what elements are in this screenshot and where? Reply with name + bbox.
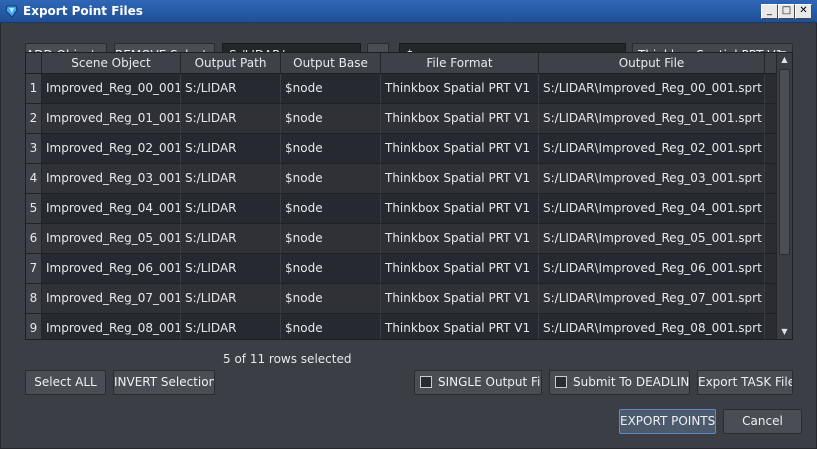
column-header-output-base[interactable]: Output Base: [281, 53, 381, 73]
objects-table: Scene Object Output Path Output Base Fil…: [25, 52, 793, 340]
scene-object-cell[interactable]: Improved_Reg_04_001: [42, 194, 181, 223]
table-row[interactable]: 7 Improved_Reg_06_001 S:/LIDAR $node Thinkbo…: [26, 254, 778, 284]
row-number-header: [26, 53, 42, 73]
file-format-cell[interactable]: Thinkbox Spatial PRT V1: [381, 224, 539, 253]
deadline-label: Submit To DEADLINE: [573, 375, 690, 389]
table-row[interactable]: 3 Improved_Reg_02_001 S:/LIDAR $node Thinkbo…: [26, 134, 778, 164]
output-path-cell[interactable]: S:/LIDAR: [181, 254, 281, 283]
output-path-cell[interactable]: S:/LIDAR: [181, 284, 281, 313]
scene-object-cell[interactable]: Improved_Reg_06_001: [42, 254, 181, 283]
scene-object-cell[interactable]: Improved_Reg_01_001: [42, 104, 181, 133]
window-title: Export Point Files: [23, 4, 143, 18]
scene-object-cell[interactable]: Improved_Reg_05_001: [42, 224, 181, 253]
title-bar: Export Point Files _ □ ✕: [0, 0, 817, 23]
output-path-cell[interactable]: S:/LIDAR: [181, 104, 281, 133]
scene-object-cell[interactable]: Improved_Reg_07_001: [42, 284, 181, 313]
close-button[interactable]: ✕: [795, 4, 812, 19]
scene-object-cell[interactable]: Improved_Reg_02_001: [42, 134, 181, 163]
row-number[interactable]: 1: [26, 74, 42, 103]
file-format-cell[interactable]: Thinkbox Spatial PRT V1: [381, 314, 539, 339]
column-header-file-format[interactable]: File Format: [381, 53, 539, 73]
table-row[interactable]: 2 Improved_Reg_01_001 S:/LIDAR $node Thinkbo…: [26, 104, 778, 134]
output-file-cell[interactable]: S:/LIDAR\Improved_Reg_03_001.sprt: [539, 164, 765, 193]
row-number[interactable]: 5: [26, 194, 42, 223]
table-row[interactable]: 4 Improved_Reg_03_001 S:/LIDAR $node Thinkbo…: [26, 164, 778, 194]
output-base-cell[interactable]: $node: [281, 164, 381, 193]
output-base-cell[interactable]: $node: [281, 224, 381, 253]
table-row[interactable]: 5 Improved_Reg_04_001 S:/LIDAR $node Thinkbo…: [26, 194, 778, 224]
output-base-cell[interactable]: $node: [281, 284, 381, 313]
file-format-cell[interactable]: Thinkbox Spatial PRT V1: [381, 74, 539, 103]
output-path-cell[interactable]: S:/LIDAR: [181, 134, 281, 163]
row-number[interactable]: 9: [26, 314, 42, 339]
column-header-scene-object[interactable]: Scene Object: [42, 53, 181, 73]
select-all-button[interactable]: Select ALL: [25, 370, 106, 395]
row-number[interactable]: 7: [26, 254, 42, 283]
output-file-cell[interactable]: S:/LIDAR\Improved_Reg_04_001.sprt: [539, 194, 765, 223]
row-number[interactable]: 3: [26, 134, 42, 163]
output-file-cell[interactable]: S:/LIDAR\Improved_Reg_00_001.sprt: [539, 74, 765, 103]
maximize-button[interactable]: □: [778, 4, 795, 19]
invert-selection-button[interactable]: INVERT Selection: [113, 370, 215, 395]
output-base-cell[interactable]: $node: [281, 314, 381, 339]
table-row[interactable]: 6 Improved_Reg_05_001 S:/LIDAR $node Thinkbo…: [26, 224, 778, 254]
scene-object-cell[interactable]: Improved_Reg_00_001: [42, 74, 181, 103]
cancel-button[interactable]: Cancel: [723, 409, 802, 434]
table-row[interactable]: 9 Improved_Reg_08_001 S:/LIDAR $node Thinkbo…: [26, 314, 778, 339]
scroll-down-icon[interactable]: ▼: [777, 325, 792, 339]
output-file-cell[interactable]: S:/LIDAR\Improved_Reg_08_001.sprt: [539, 314, 765, 339]
table-row[interactable]: 8 Improved_Reg_07_001 S:/LIDAR $node Thinkbo…: [26, 284, 778, 314]
single-output-label: SINGLE Output File: [438, 375, 542, 389]
output-path-cell[interactable]: S:/LIDAR: [181, 74, 281, 103]
output-path-cell[interactable]: S:/LIDAR: [181, 194, 281, 223]
output-path-cell[interactable]: S:/LIDAR: [181, 314, 281, 339]
file-format-cell[interactable]: Thinkbox Spatial PRT V1: [381, 284, 539, 313]
scroll-up-icon[interactable]: ▲: [777, 53, 792, 67]
output-file-cell[interactable]: S:/LIDAR\Improved_Reg_05_001.sprt: [539, 224, 765, 253]
file-format-cell[interactable]: Thinkbox Spatial PRT V1: [381, 254, 539, 283]
output-file-cell[interactable]: S:/LIDAR\Improved_Reg_06_001.sprt: [539, 254, 765, 283]
output-file-cell[interactable]: S:/LIDAR\Improved_Reg_07_001.sprt: [539, 284, 765, 313]
deadline-toggle[interactable]: Submit To DEADLINE: [549, 370, 690, 395]
row-number[interactable]: 2: [26, 104, 42, 133]
column-header-output-file[interactable]: Output File: [539, 53, 765, 73]
file-format-cell[interactable]: Thinkbox Spatial PRT V1: [381, 134, 539, 163]
output-base-cell[interactable]: $node: [281, 194, 381, 223]
app-icon: [5, 5, 18, 18]
deadline-checkbox[interactable]: [555, 376, 567, 388]
output-path-cell[interactable]: S:/LIDAR: [181, 164, 281, 193]
minimize-button[interactable]: _: [761, 4, 778, 19]
output-file-cell[interactable]: S:/LIDAR\Improved_Reg_02_001.sprt: [539, 134, 765, 163]
row-number[interactable]: 8: [26, 284, 42, 313]
output-base-cell[interactable]: $node: [281, 104, 381, 133]
scene-object-cell[interactable]: Improved_Reg_08_001: [42, 314, 181, 339]
output-file-cell[interactable]: S:/LIDAR\Improved_Reg_01_001.sprt: [539, 104, 765, 133]
scroll-thumb[interactable]: [779, 69, 790, 255]
table-header: Scene Object Output Path Output Base Fil…: [26, 53, 778, 74]
output-base-cell[interactable]: $node: [281, 254, 381, 283]
column-header-output-path[interactable]: Output Path: [181, 53, 281, 73]
scene-object-cell[interactable]: Improved_Reg_03_001: [42, 164, 181, 193]
export-points-button[interactable]: EXPORT POINTS: [619, 409, 716, 434]
table-row[interactable]: 1 Improved_Reg_00_001 S:/LIDAR $node Thinkbo…: [26, 74, 778, 104]
selection-status: 5 of 11 rows selected: [223, 352, 352, 366]
file-format-cell[interactable]: Thinkbox Spatial PRT V1: [381, 164, 539, 193]
table-scrollbar[interactable]: ▲ ▼: [776, 53, 792, 339]
output-path-cell[interactable]: S:/LIDAR: [181, 224, 281, 253]
output-base-cell[interactable]: $node: [281, 134, 381, 163]
single-output-toggle[interactable]: SINGLE Output File: [414, 370, 542, 395]
row-number[interactable]: 4: [26, 164, 42, 193]
file-format-cell[interactable]: Thinkbox Spatial PRT V1: [381, 194, 539, 223]
single-output-checkbox[interactable]: [420, 376, 432, 388]
output-base-cell[interactable]: $node: [281, 74, 381, 103]
row-number[interactable]: 6: [26, 224, 42, 253]
export-task-button[interactable]: Export TASK File: [697, 370, 793, 395]
file-format-cell[interactable]: Thinkbox Spatial PRT V1: [381, 104, 539, 133]
